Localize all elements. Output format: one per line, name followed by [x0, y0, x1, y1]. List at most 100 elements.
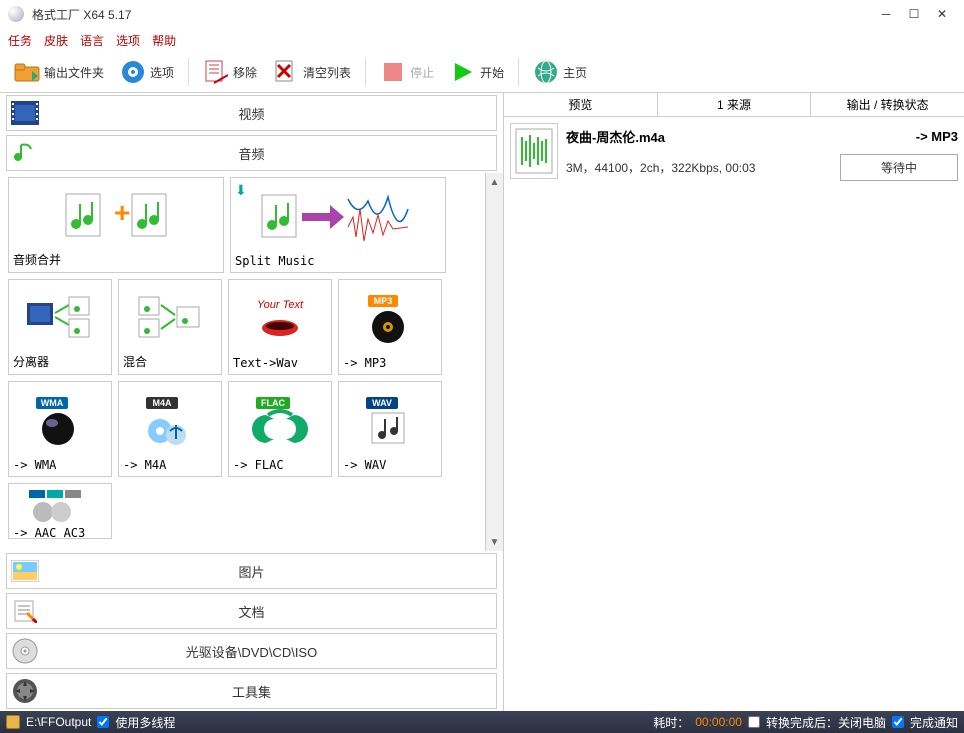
- tile-split-music[interactable]: ⬇ Split Music: [230, 177, 446, 273]
- start-label: 开始: [480, 64, 504, 81]
- tile-to-m4a-label: -> M4A: [123, 456, 217, 472]
- tile-audio-join[interactable]: + 音频合并: [8, 177, 224, 273]
- menu-options[interactable]: 选项: [116, 32, 140, 49]
- download-icon: ⬇: [235, 182, 247, 199]
- clear-button[interactable]: 清空列表: [267, 56, 357, 88]
- notify-label: 完成通知: [910, 714, 958, 731]
- split-music-icon: [235, 182, 441, 252]
- aac-icon: [13, 488, 107, 524]
- category-tools-label: 工具集: [7, 682, 496, 701]
- home-label: 主页: [563, 64, 587, 81]
- play-icon: [450, 59, 476, 85]
- audio-join-icon: +: [13, 182, 219, 249]
- item-thumb-icon: [510, 123, 558, 179]
- wma-icon: WMA: [13, 386, 107, 456]
- toolbar: 输出文件夹 选项 移除 清空列表 停止 开始 主页: [0, 52, 964, 92]
- queue-item[interactable]: 夜曲-周杰伦.m4a -> MP3 3M，44100，2ch，322Kbps, …: [504, 117, 964, 187]
- tile-to-flac-label: -> FLAC: [233, 456, 327, 472]
- category-disc-label: 光驱设备\DVD\CD\ISO: [7, 642, 496, 661]
- tile-area: + 音频合并 ⬇ Split Music: [0, 173, 503, 551]
- close-button[interactable]: ✕: [928, 4, 956, 24]
- multithread-label: 使用多线程: [115, 714, 175, 731]
- svg-text:WMA: WMA: [41, 398, 64, 408]
- tile-to-mp3[interactable]: MP3 -> MP3: [338, 279, 442, 375]
- m4a-icon: M4A: [123, 386, 217, 456]
- wav-icon: WAV: [343, 386, 437, 456]
- svg-text:Your Text: Your Text: [257, 299, 304, 311]
- splitter-icon: [13, 284, 107, 351]
- minimize-button[interactable]: ─: [872, 4, 900, 24]
- tile-mix[interactable]: 混合: [118, 279, 222, 375]
- menu-help[interactable]: 帮助: [152, 32, 176, 49]
- home-button[interactable]: 主页: [527, 56, 593, 88]
- category-audio-label: 音频: [7, 144, 496, 163]
- category-tools[interactable]: 工具集: [6, 673, 497, 709]
- tile-to-wma[interactable]: WMA -> WMA: [8, 381, 112, 477]
- shutdown-checkbox[interactable]: [748, 716, 760, 728]
- stop-label: 停止: [410, 64, 434, 81]
- multithread-checkbox[interactable]: [97, 716, 109, 728]
- tab-source[interactable]: 1 来源: [658, 93, 812, 116]
- remove-icon: [203, 59, 229, 85]
- tile-to-flac[interactable]: FLAC -> FLAC: [228, 381, 332, 477]
- text-wav-icon: Your Text: [233, 284, 327, 354]
- gear-icon: [120, 59, 146, 85]
- scroll-down-icon[interactable]: ▼: [486, 533, 503, 551]
- tile-splitter-label: 分离器: [13, 351, 107, 370]
- notify-checkbox[interactable]: [892, 716, 904, 728]
- category-document-label: 文档: [7, 602, 496, 621]
- item-filename: 夜曲-周杰伦.m4a: [566, 127, 904, 146]
- category-audio[interactable]: 音频: [6, 135, 497, 171]
- scroll-up-icon[interactable]: ▲: [486, 173, 503, 191]
- after-label: 转换完成后：关闭电脑: [766, 714, 886, 731]
- clear-label: 清空列表: [303, 64, 351, 81]
- tile-to-wma-label: -> WMA: [13, 456, 107, 472]
- stop-button[interactable]: 停止: [374, 56, 440, 88]
- remove-button[interactable]: 移除: [197, 56, 263, 88]
- menu-bar: 任务 皮肤 语言 选项 帮助: [0, 28, 964, 52]
- tile-text-wav[interactable]: Your Text Text->Wav: [228, 279, 332, 375]
- menu-language[interactable]: 语言: [80, 32, 104, 49]
- tab-preview[interactable]: 预览: [504, 93, 658, 116]
- options-button[interactable]: 选项: [114, 56, 180, 88]
- stop-icon: [380, 59, 406, 85]
- output-path[interactable]: E:\FFOutput: [26, 715, 91, 729]
- svg-text:FLAC: FLAC: [261, 398, 285, 408]
- tile-audio-join-label: 音频合并: [13, 249, 219, 268]
- tile-to-wav[interactable]: WAV -> WAV: [338, 381, 442, 477]
- status-bar: E:\FFOutput 使用多线程 耗时： 00:00:00 转换完成后：关闭电…: [0, 711, 964, 733]
- category-video[interactable]: 视频: [6, 95, 497, 131]
- flac-icon: FLAC: [233, 386, 327, 456]
- menu-skin[interactable]: 皮肤: [44, 32, 68, 49]
- scrollbar[interactable]: ▲ ▼: [485, 173, 503, 551]
- remove-label: 移除: [233, 64, 257, 81]
- tile-text-wav-label: Text->Wav: [233, 354, 327, 370]
- start-button[interactable]: 开始: [444, 56, 510, 88]
- tile-splitter[interactable]: 分离器: [8, 279, 112, 375]
- tile-to-aac[interactable]: -> AAC AC3: [8, 483, 112, 539]
- item-target: -> MP3: [916, 129, 958, 144]
- output-folder-label: 输出文件夹: [44, 64, 104, 81]
- tile-to-m4a[interactable]: M4A -> M4A: [118, 381, 222, 477]
- mp3-icon: MP3: [343, 284, 437, 354]
- mix-icon: [123, 284, 217, 351]
- maximize-button[interactable]: ☐: [900, 4, 928, 24]
- elapsed-label: 耗时：: [653, 714, 689, 731]
- svg-text:WAV: WAV: [372, 398, 392, 408]
- category-video-label: 视频: [7, 104, 496, 123]
- tab-output[interactable]: 输出 / 转换状态: [811, 93, 964, 116]
- category-picture-label: 图片: [7, 562, 496, 581]
- menu-task[interactable]: 任务: [8, 32, 32, 49]
- category-document[interactable]: 文档: [6, 593, 497, 629]
- output-folder-button[interactable]: 输出文件夹: [8, 56, 110, 88]
- category-disc[interactable]: 光驱设备\DVD\CD\ISO: [6, 633, 497, 669]
- title-bar: 格式工厂 X64 5.17 ─ ☐ ✕: [0, 0, 964, 28]
- category-picture[interactable]: 图片: [6, 553, 497, 589]
- item-meta: 3M，44100，2ch，322Kbps, 00:03: [566, 159, 840, 176]
- folder-icon: [6, 715, 20, 729]
- tile-to-wav-label: -> WAV: [343, 456, 437, 472]
- elapsed-value: 00:00:00: [695, 715, 742, 729]
- options-label: 选项: [150, 64, 174, 81]
- main-split: 视频 音频 + 音频合并 ⬇: [0, 92, 964, 711]
- left-panel: 视频 音频 + 音频合并 ⬇: [0, 93, 504, 711]
